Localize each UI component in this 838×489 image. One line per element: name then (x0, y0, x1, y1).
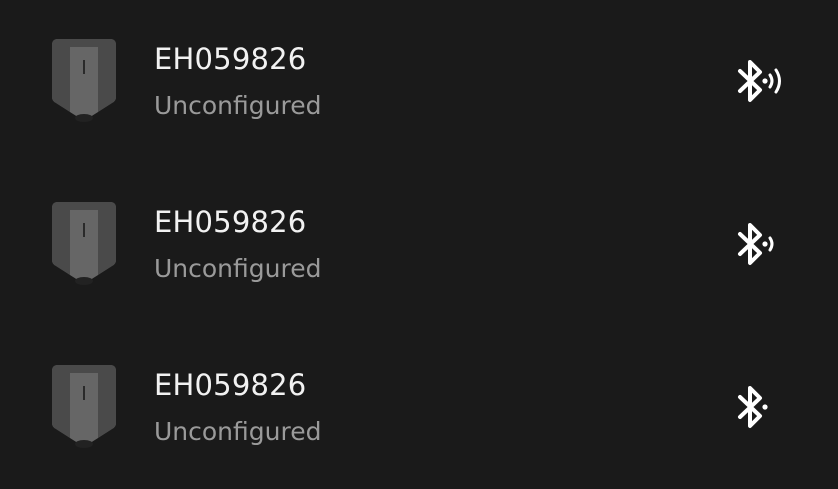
device-row[interactable]: EH059826 Unconfigured (0, 0, 838, 163)
device-name: EH059826 (154, 205, 307, 239)
charger-device-icon (52, 365, 116, 448)
device-list: EH059826 Unconfigured EH059826 Unconfigu… (0, 0, 838, 474)
device-name: EH059826 (154, 368, 307, 402)
device-status: Unconfigured (154, 91, 322, 120)
bluetooth-signal-weak-icon (738, 386, 768, 428)
device-row[interactable]: EH059826 Unconfigured (0, 326, 838, 489)
device-status: Unconfigured (154, 417, 322, 446)
device-status: Unconfigured (154, 254, 322, 283)
device-row[interactable]: EH059826 Unconfigured (0, 163, 838, 326)
charger-device-icon (52, 39, 116, 122)
charger-device-icon (52, 202, 116, 285)
device-name: EH059826 (154, 42, 307, 76)
bluetooth-signal-strong-icon (738, 60, 781, 102)
bluetooth-signal-medium-icon (738, 223, 774, 265)
